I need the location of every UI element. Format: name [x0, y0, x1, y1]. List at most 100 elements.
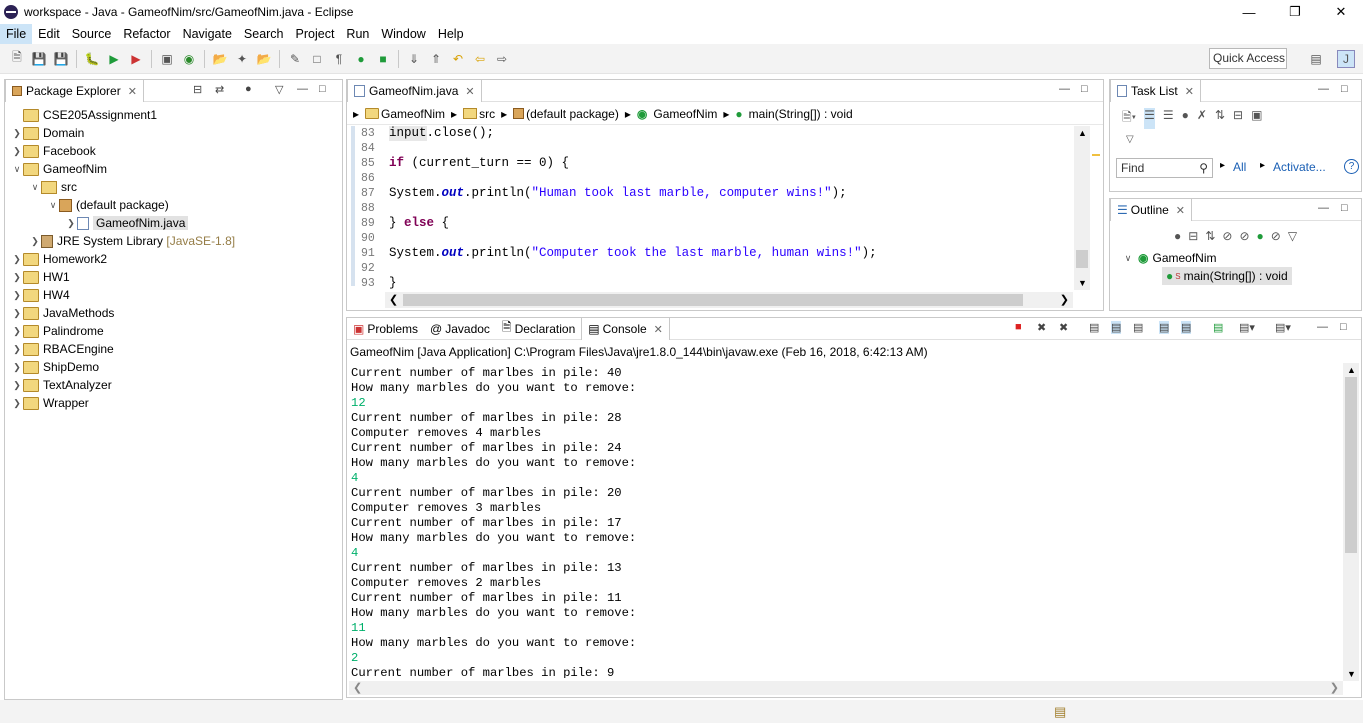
tree-item[interactable]: ❯ Wrapper: [5, 394, 342, 412]
scrollbar-thumb[interactable]: [1076, 250, 1088, 268]
close-window-button[interactable]: ✕: [1318, 0, 1363, 24]
tab-gameofnim-java[interactable]: GameofNim.java ✕: [347, 79, 482, 102]
focus-icon[interactable]: ●: [1174, 229, 1181, 243]
quick-access-input[interactable]: Quick Access: [1209, 48, 1287, 69]
search-icon[interactable]: ✦: [233, 50, 251, 68]
console-vertical-scrollbar[interactable]: ▲ ▼: [1343, 363, 1359, 681]
editor-vertical-scrollbar[interactable]: ▲ ▼: [1074, 126, 1090, 290]
tree-item[interactable]: ❯ HW4: [5, 286, 342, 304]
menu-refactor[interactable]: Refactor: [117, 24, 176, 44]
show-on-stdout-icon[interactable]: ▤: [1159, 321, 1170, 334]
open-type-icon[interactable]: 📂: [211, 50, 229, 68]
menu-file[interactable]: File: [0, 24, 33, 44]
minimize-icon[interactable]: —: [1318, 83, 1329, 95]
remove-launch-icon[interactable]: ✖: [1037, 321, 1046, 334]
previous-annotation-icon[interactable]: ⇑: [427, 50, 445, 68]
display-console-icon[interactable]: ▤▾: [1239, 321, 1255, 334]
run-icon[interactable]: ▶: [105, 50, 123, 68]
scroll-down-icon[interactable]: ▼: [1078, 278, 1087, 288]
save-all-icon[interactable]: 💾: [52, 50, 70, 68]
tree-item[interactable]: ❯ GameofNim.java: [5, 214, 342, 232]
scroll-left-icon[interactable]: ❮: [353, 681, 362, 694]
coverage-icon[interactable]: ●: [352, 50, 370, 68]
show-on-stderr-icon[interactable]: ▤: [1181, 321, 1192, 334]
menu-window[interactable]: Window: [375, 24, 431, 44]
save-icon[interactable]: 💾: [30, 50, 48, 68]
menu-source[interactable]: Source: [66, 24, 118, 44]
view-menu-icon[interactable]: ▽: [1288, 229, 1297, 243]
activate-link[interactable]: Activate...: [1273, 160, 1326, 174]
focus-icon[interactable]: ●: [1182, 108, 1189, 129]
tab-javadoc[interactable]: @ Javadoc: [424, 318, 496, 340]
minimize-icon[interactable]: —: [297, 83, 308, 95]
scroll-right-icon[interactable]: ❯: [1060, 293, 1069, 306]
terminate-icon[interactable]: ■: [1015, 321, 1022, 333]
new-icon[interactable]: 🗎: [8, 50, 26, 68]
close-icon[interactable]: ✕: [1185, 85, 1194, 98]
tree-item[interactable]: ∨ src: [5, 178, 342, 196]
console-output[interactable]: Current number of marlbes in pile: 40 Ho…: [351, 366, 1341, 678]
tree-item[interactable]: ∨ (default package): [5, 196, 342, 214]
run-external-icon[interactable]: ▶: [127, 50, 145, 68]
breadcrumb-method[interactable]: main(String[]) : void: [749, 107, 853, 121]
tree-item[interactable]: ❯ Palindrome: [5, 322, 342, 340]
tree-item[interactable]: CSE205Assignment1: [5, 106, 342, 124]
close-icon[interactable]: ✕: [654, 323, 663, 336]
collapse-all-icon[interactable]: ⊟: [1233, 108, 1243, 129]
new-java-project-icon[interactable]: ▣: [158, 50, 176, 68]
new-class-icon[interactable]: ◉: [180, 50, 198, 68]
maximize-icon[interactable]: □: [1341, 202, 1348, 214]
minimize-icon[interactable]: —: [1059, 83, 1070, 95]
word-wrap-icon[interactable]: ▤: [1133, 321, 1143, 334]
back-icon[interactable]: ⇦: [471, 50, 489, 68]
outline-class-item[interactable]: ∨ ◉ GameofNim: [1122, 249, 1292, 267]
debug-icon[interactable]: 🐛: [83, 50, 101, 68]
categorized-icon[interactable]: ☰: [1144, 108, 1155, 129]
open-console-icon[interactable]: ▤▾: [1275, 321, 1291, 334]
tab-outline[interactable]: ☰ Outline ✕: [1110, 198, 1193, 221]
editor-horizontal-scrollbar[interactable]: ❮ ❯: [385, 292, 1073, 308]
last-edit-icon[interactable]: ↶: [449, 50, 467, 68]
terminate-icon[interactable]: ■: [374, 50, 392, 68]
breadcrumb-project[interactable]: GameofNim: [381, 107, 445, 121]
tree-item[interactable]: ❯ Homework2: [5, 250, 342, 268]
tab-problems[interactable]: ▣ Problems: [347, 318, 424, 340]
scroll-up-icon[interactable]: ▲: [1347, 365, 1356, 375]
scroll-down-icon[interactable]: ▼: [1347, 669, 1356, 679]
close-icon[interactable]: ✕: [128, 85, 137, 98]
tree-item[interactable]: ❯ Domain: [5, 124, 342, 142]
tree-item[interactable]: ❯ TextAnalyzer: [5, 376, 342, 394]
scroll-right-icon[interactable]: ❯: [1330, 681, 1339, 694]
minimize-icon[interactable]: —: [1318, 202, 1329, 214]
toggle-block-selection-icon[interactable]: □: [308, 50, 326, 68]
close-icon[interactable]: ✕: [1176, 204, 1185, 217]
tree-item[interactable]: ❯ JavaMethods: [5, 304, 342, 322]
minimize-icon[interactable]: —: [1317, 321, 1328, 333]
collapse-all-icon[interactable]: ⊟: [193, 83, 202, 96]
clear-console-icon[interactable]: ▤: [1089, 321, 1099, 334]
chevron-down-icon[interactable]: ▽: [1126, 134, 1134, 145]
open-perspective-icon[interactable]: ▤: [1307, 50, 1325, 68]
new-task-icon[interactable]: 🗎▾: [1122, 108, 1136, 129]
scroll-up-icon[interactable]: ▲: [1078, 128, 1087, 138]
restore-button[interactable]: ❐: [1272, 0, 1318, 24]
menu-run[interactable]: Run: [340, 24, 375, 44]
link-with-editor-icon[interactable]: ⇄: [215, 83, 224, 96]
scroll-left-icon[interactable]: ❮: [389, 293, 398, 306]
tab-package-explorer[interactable]: Package Explorer ✕: [5, 79, 144, 102]
menu-edit[interactable]: Edit: [32, 24, 66, 44]
console-horizontal-scrollbar[interactable]: ❮ ❯: [349, 681, 1343, 695]
open-task-icon[interactable]: 📂: [255, 50, 273, 68]
task-find-input[interactable]: Find ⚲: [1116, 158, 1213, 178]
java-perspective-icon[interactable]: J: [1337, 50, 1355, 68]
sort-icon[interactable]: ⇅: [1205, 229, 1215, 243]
remove-all-icon[interactable]: ✖: [1059, 321, 1068, 334]
tree-item[interactable]: ❯ Facebook: [5, 142, 342, 160]
breadcrumb-src[interactable]: src: [479, 107, 495, 121]
maximize-icon[interactable]: □: [1081, 83, 1088, 95]
view-menu-icon[interactable]: ▽: [275, 83, 283, 96]
scrollbar-thumb[interactable]: [1345, 377, 1357, 553]
repository-icon[interactable]: ▣: [1251, 108, 1262, 129]
menu-navigate[interactable]: Navigate: [177, 24, 238, 44]
tree-item[interactable]: ❯ ShipDemo: [5, 358, 342, 376]
